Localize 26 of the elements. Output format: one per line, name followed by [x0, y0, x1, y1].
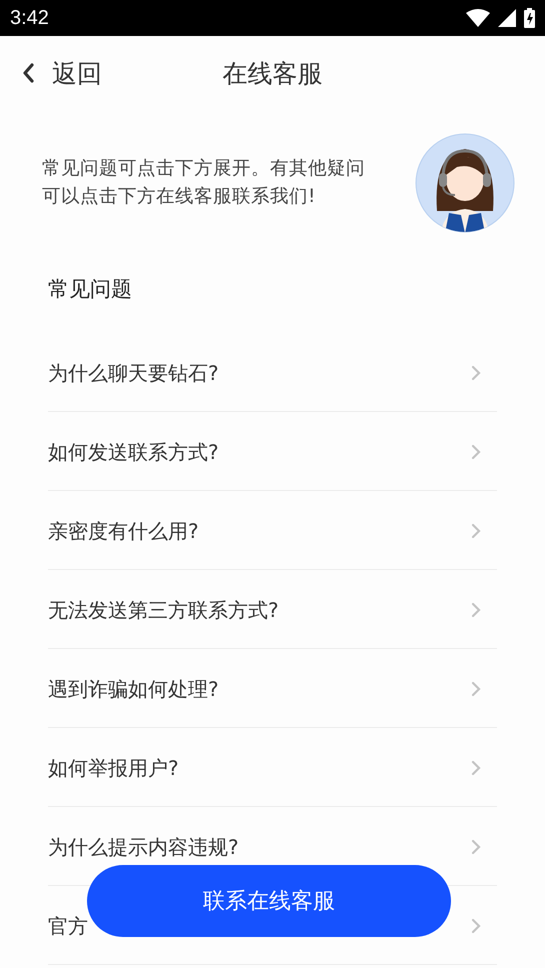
chevron-icon [471, 602, 481, 618]
contact-button[interactable]: 联系在线客服 [87, 865, 451, 937]
chevron-icon [471, 523, 481, 539]
chevron-icon [471, 681, 481, 697]
faq-question[interactable]: 遇到诈骗如何处理? [48, 676, 219, 702]
faq-question[interactable]: 如何发送联系方式? [48, 438, 219, 466]
faq-question[interactable]: 如何举报用户? [48, 754, 179, 782]
intro-text: 常见问题可点击下方展开。有其他疑问可以点击下方在线客服联系我们! [42, 157, 366, 209]
faq-question[interactable]: 为什么聊天要钻石? [48, 360, 219, 386]
battery-icon [524, 8, 535, 28]
faq-question[interactable]: 官方 [48, 912, 88, 940]
wifi-icon [466, 9, 490, 27]
section-heading: 常见问题 [48, 276, 133, 303]
chevron-icon [471, 444, 481, 460]
chevron-icon [471, 760, 481, 776]
status-time: 3:42 [10, 6, 49, 30]
chevron-icon [471, 918, 481, 934]
faq-question[interactable]: 为什么提示内容违规? [48, 834, 239, 860]
back-button[interactable]: 返回 [22, 56, 102, 90]
chevron-icon [471, 365, 481, 381]
chevron-icon [471, 839, 481, 855]
faq-question[interactable]: 无法发送第三方联系方式? [48, 596, 279, 624]
page-title: 在线客服 [222, 58, 322, 88]
faq-question[interactable]: 亲密度有什么用? [48, 518, 199, 544]
signal-icon [498, 9, 516, 27]
back-icon [22, 63, 34, 83]
